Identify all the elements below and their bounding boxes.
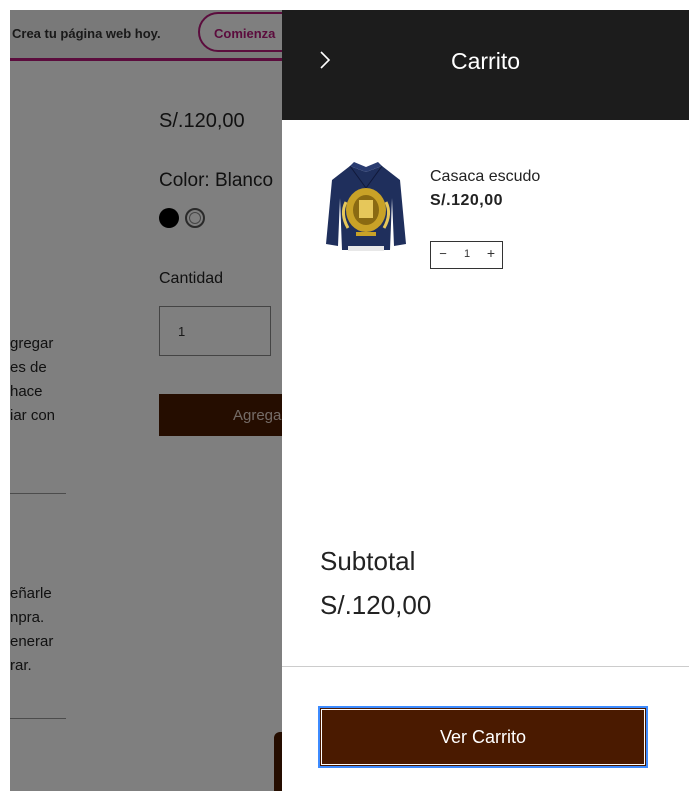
swatch-white[interactable] xyxy=(185,208,205,228)
quantity-label: Cantidad xyxy=(159,270,224,287)
shipping-info-fragment: eñarle npra. enerar rar. xyxy=(10,582,53,678)
shipping-line: npra. xyxy=(10,609,45,626)
promo-text: Crea tu página web hoy. xyxy=(12,26,161,41)
view-cart-button[interactable]: Ver Carrito xyxy=(318,706,648,768)
product-thumbnail[interactable] xyxy=(320,158,413,251)
section-divider xyxy=(10,718,66,719)
cart-footer-divider xyxy=(282,666,689,667)
cart-item-name[interactable]: Casaca escudo xyxy=(430,168,540,186)
section-divider xyxy=(10,493,66,494)
product-price: S/.120,00 xyxy=(159,110,245,132)
cart-drawer: Carrito Casaca escudo S/.120,00 − 1 + Su… xyxy=(282,10,689,791)
cart-item: Casaca escudo S/.120,00 − 1 + xyxy=(320,158,660,278)
quantity-input[interactable]: 1 xyxy=(159,306,271,356)
quantity-stepper: − 1 + xyxy=(430,241,503,269)
cart-item-price: S/.120,00 xyxy=(430,192,503,209)
description-line: iar con xyxy=(10,407,56,424)
subtotal-value: S/.120,00 xyxy=(320,590,432,620)
color-label: Color: Blanco xyxy=(159,170,274,191)
swatch-black[interactable] xyxy=(159,208,179,228)
subtotal-label: Subtotal xyxy=(320,546,416,576)
plus-icon[interactable]: + xyxy=(483,245,499,263)
description-line: gregar xyxy=(10,335,54,352)
cart-title: Carrito xyxy=(450,48,520,74)
shipping-line: rar. xyxy=(10,657,32,674)
description-line: es de xyxy=(10,359,47,376)
product-description-fragment: gregar es de hace iar con xyxy=(10,332,55,428)
quantity-value[interactable]: 1 xyxy=(457,248,477,260)
description-line: hace xyxy=(10,383,43,400)
shipping-line: enerar xyxy=(10,633,54,650)
minus-icon[interactable]: − xyxy=(435,246,451,264)
jacket-image xyxy=(320,158,413,251)
shipping-line: eñarle xyxy=(10,585,52,602)
cart-header: Carrito xyxy=(282,10,689,120)
